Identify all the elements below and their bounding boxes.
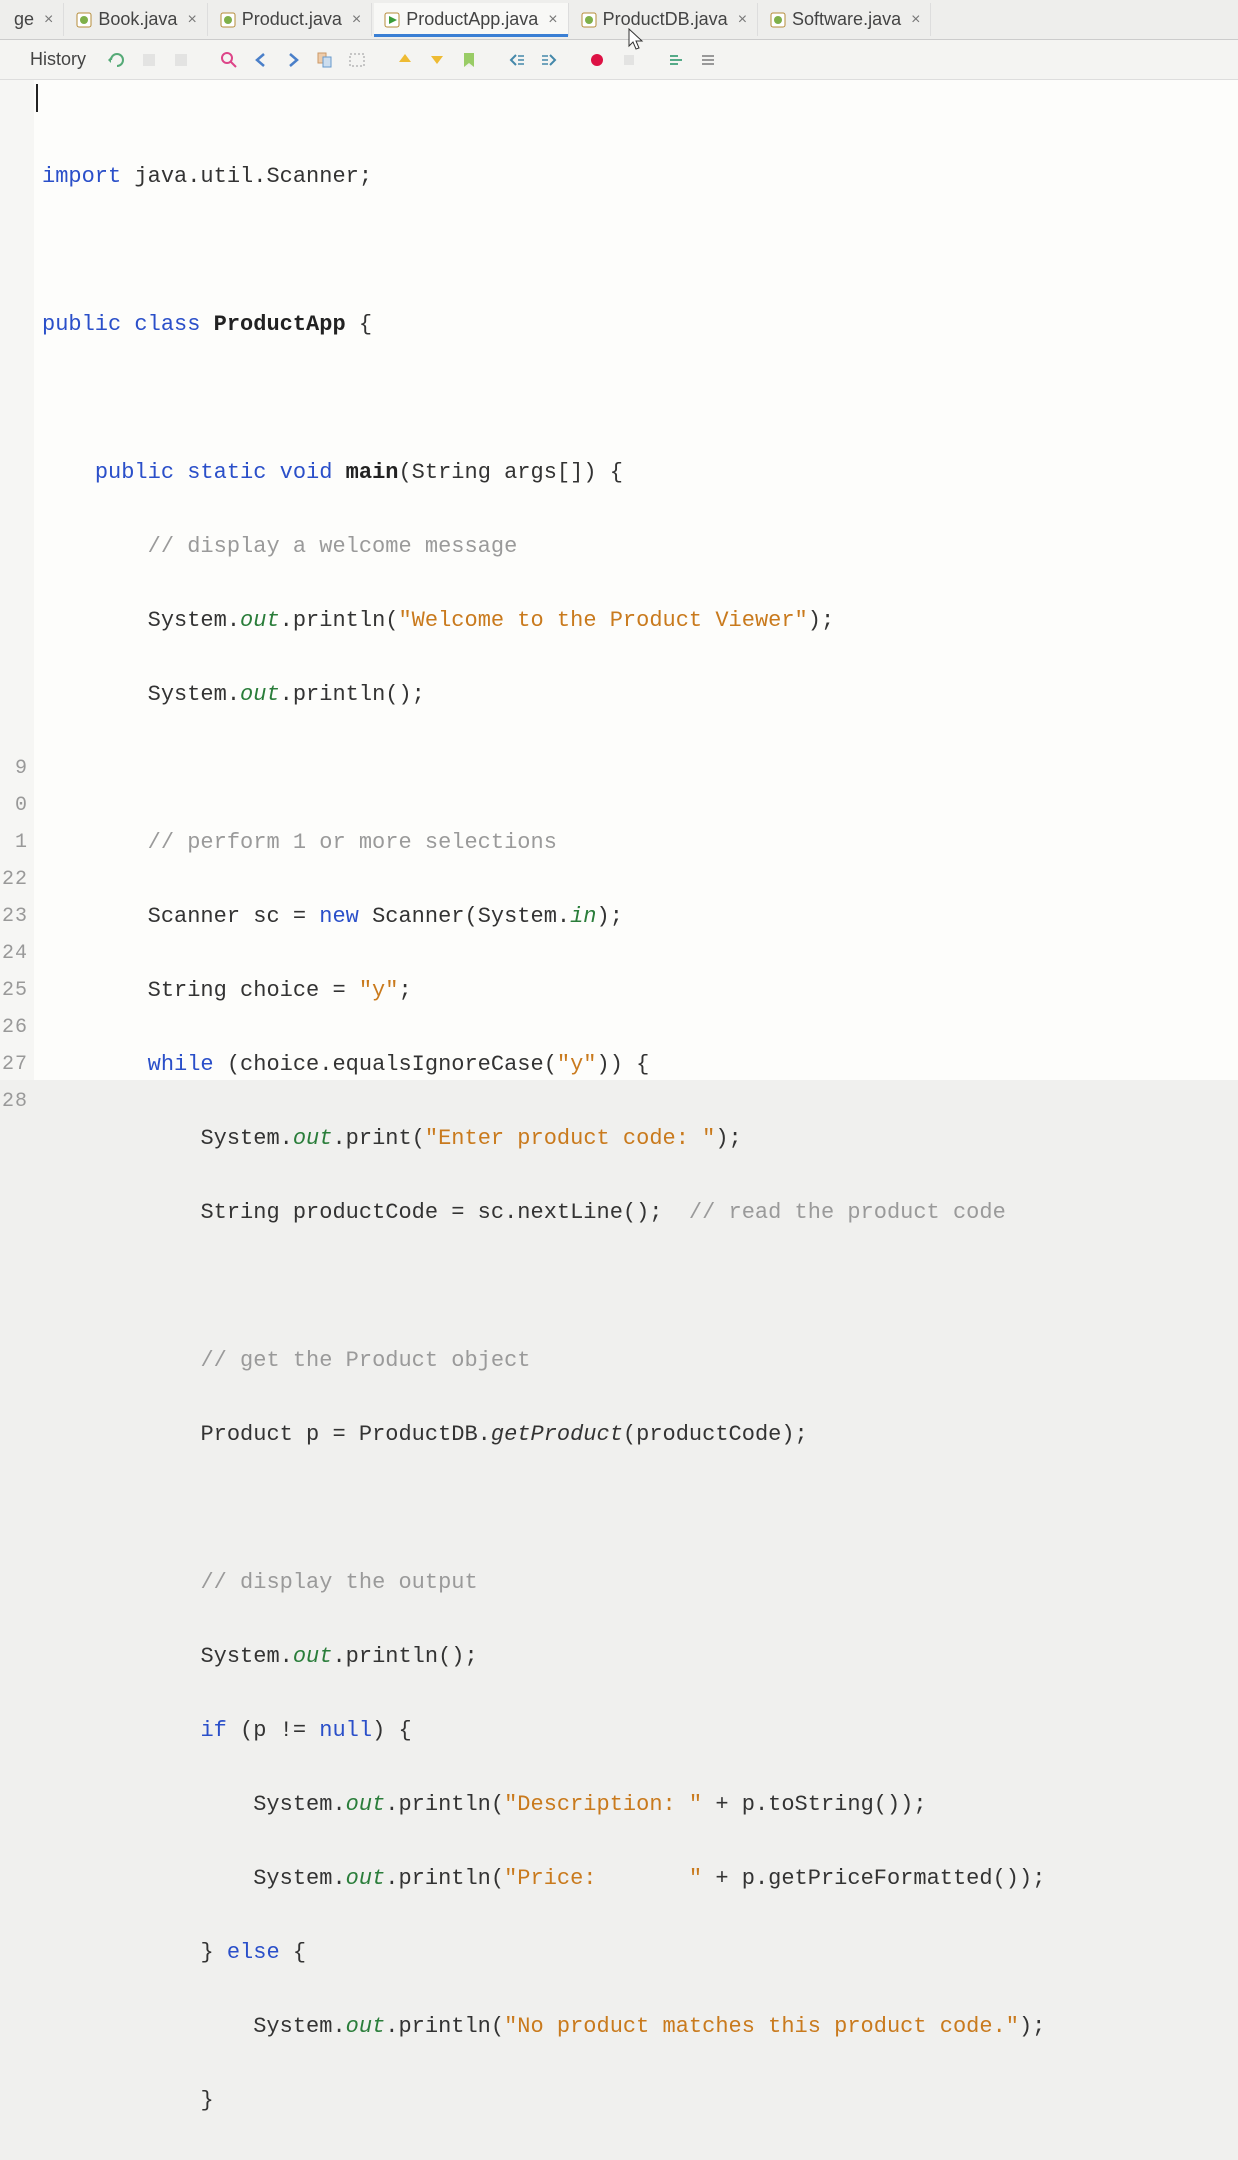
tab-book[interactable]: Book.java × <box>66 3 207 36</box>
comment-icon[interactable] <box>664 47 690 73</box>
line-number-gutter: 901 222324 252627 28 <box>0 80 34 1080</box>
uncomment-icon[interactable] <box>696 47 722 73</box>
toggle-highlight-icon[interactable] <box>312 47 338 73</box>
code-line: } <box>42 2082 1230 2119</box>
code-line <box>42 2156 1230 2160</box>
code-line: System.out.println("Welcome to the Produ… <box>42 602 1230 639</box>
close-icon[interactable]: × <box>44 11 53 29</box>
stop-macro-recording-icon[interactable] <box>616 47 642 73</box>
code-line: System.out.print("Enter product code: ")… <box>42 1120 1230 1157</box>
java-class-icon <box>581 12 597 28</box>
code-line: System.out.println("Description: " + p.t… <box>42 1786 1230 1823</box>
code-line: System.out.println("Price: " + p.getPric… <box>42 1860 1230 1897</box>
tab-label: ProductApp.java <box>406 9 538 30</box>
close-icon[interactable]: × <box>738 11 747 29</box>
code-line: // display the output <box>42 1564 1230 1601</box>
code-line: System.out.println("No product matches t… <box>42 2008 1230 2045</box>
text-caret-icon <box>36 84 38 112</box>
last-edit-icon[interactable] <box>104 47 130 73</box>
code-line: public class ProductApp { <box>42 306 1230 343</box>
tab-label: Product.java <box>242 9 342 30</box>
code-editor[interactable]: 901 222324 252627 28 import java.util.Sc… <box>0 80 1238 1080</box>
close-icon[interactable]: × <box>548 11 557 29</box>
java-class-icon <box>220 12 236 28</box>
tab-label: Book.java <box>98 9 177 30</box>
java-class-icon <box>76 12 92 28</box>
tab-label: Software.java <box>792 9 901 30</box>
history-label[interactable]: History <box>30 49 86 70</box>
tab-partial[interactable]: ge × <box>4 3 64 36</box>
code-line: while (choice.equalsIgnoreCase("y")) { <box>42 1046 1230 1083</box>
tab-productapp[interactable]: ProductApp.java × <box>374 3 568 36</box>
tab-bar: ge × Book.java × Product.java × ProductA… <box>0 0 1238 40</box>
code-line <box>42 750 1230 787</box>
code-line <box>42 1268 1230 1305</box>
find-next-icon[interactable] <box>280 47 306 73</box>
tab-product[interactable]: Product.java × <box>210 3 372 36</box>
java-class-icon <box>770 12 786 28</box>
code-line: // display a welcome message <box>42 528 1230 565</box>
start-macro-recording-icon[interactable] <box>584 47 610 73</box>
next-bookmark-icon[interactable] <box>424 47 450 73</box>
code-line <box>42 1490 1230 1527</box>
code-line: public static void main(String args[]) { <box>42 454 1230 491</box>
shift-right-icon[interactable] <box>536 47 562 73</box>
code-line: System.out.println(); <box>42 1638 1230 1675</box>
code-line <box>42 380 1230 417</box>
code-line: } else { <box>42 1934 1230 1971</box>
toggle-bookmark-icon[interactable] <box>456 47 482 73</box>
shift-left-icon[interactable] <box>504 47 530 73</box>
java-main-class-icon <box>384 12 400 28</box>
nav-forward-icon[interactable] <box>168 47 194 73</box>
tab-productdb[interactable]: ProductDB.java × <box>571 3 758 36</box>
tab-label: ProductDB.java <box>603 9 728 30</box>
code-line: if (p != null) { <box>42 1712 1230 1749</box>
code-line <box>42 232 1230 269</box>
nav-back-icon[interactable] <box>136 47 162 73</box>
code-line: Product p = ProductDB.getProduct(product… <box>42 1416 1230 1453</box>
code-line: String productCode = sc.nextLine(); // r… <box>42 1194 1230 1231</box>
code-line: // get the Product object <box>42 1342 1230 1379</box>
previous-bookmark-icon[interactable] <box>392 47 418 73</box>
code-area[interactable]: import java.util.Scanner; public class P… <box>34 80 1238 1080</box>
selection-mode-icon[interactable] <box>344 47 370 73</box>
code-line: System.out.println(); <box>42 676 1230 713</box>
code-line: // perform 1 or more selections <box>42 824 1230 861</box>
editor-toolbar: History <box>0 40 1238 80</box>
find-selection-icon[interactable] <box>216 47 242 73</box>
close-icon[interactable]: × <box>911 11 920 29</box>
tab-label: ge <box>14 9 34 30</box>
close-icon[interactable]: × <box>187 11 196 29</box>
close-icon[interactable]: × <box>352 11 361 29</box>
find-previous-icon[interactable] <box>248 47 274 73</box>
code-line: Scanner sc = new Scanner(System.in); <box>42 898 1230 935</box>
tab-software[interactable]: Software.java × <box>760 3 931 36</box>
code-line: import java.util.Scanner; <box>42 158 1230 195</box>
code-line: String choice = "y"; <box>42 972 1230 1009</box>
